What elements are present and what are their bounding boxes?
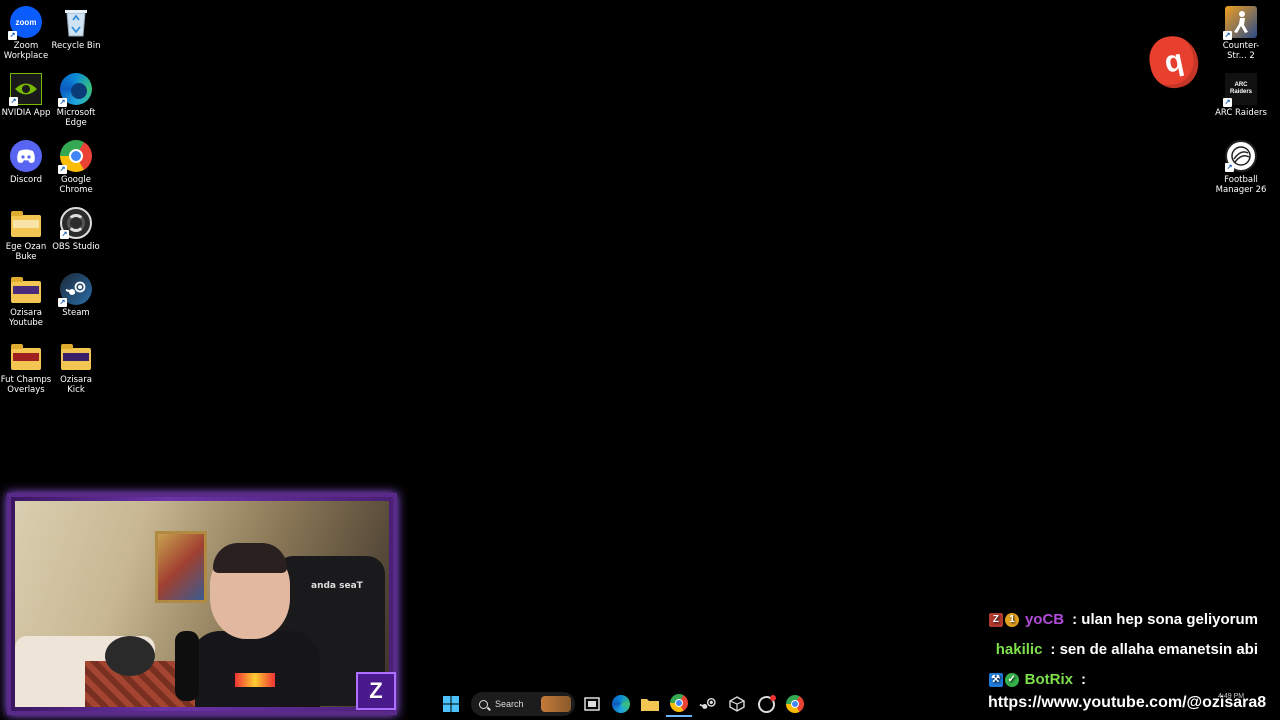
channel-logo-badge: Z [356,672,396,710]
arc-raiders-icon: ARC Raiders ↗ [1223,73,1257,107]
folder-icon [10,273,42,305]
folder-icon [10,340,42,372]
chat-badge-icon: Z [988,612,1003,627]
football-manager-icon: ↗ [1225,140,1257,172]
chat-message: Z 1 yoCB : ulan hep sona geliyorum [988,611,1258,628]
webcam-overlay: anda seaT [7,493,397,715]
obs-icon: ↗ [60,207,92,239]
nvidia-icon: ↗ [9,73,42,106]
chrome-icon: ↗ [58,140,92,174]
desktop-icon-recycle-bin[interactable]: Recycle Bin [50,6,102,51]
chat-message: hakilic : sen de allaha emanetsin abi [996,641,1258,658]
unity-icon[interactable] [724,691,750,717]
task-view-icon[interactable] [579,691,605,717]
chat-badge-icon: 1 [1004,612,1019,627]
desktop-icon-zoom[interactable]: zoom ↗ Zoom Workplace [0,6,52,61]
desktop-icon-counter-strike-2[interactable]: ↗ Counter-Str... 2 [1215,6,1267,61]
desktop-icon-fut-champs-overlays[interactable]: Fut Champs Overlays [0,340,52,395]
folder-icon [10,207,42,239]
wrench-badge-icon: ⚒ [988,672,1003,687]
chrome-taskbar-icon[interactable] [666,691,692,717]
chat-username: BotRix [1024,671,1073,688]
search-highlight-image [541,696,571,712]
desktop-icon-obs-studio[interactable]: ↗ OBS Studio [50,207,102,252]
search-icon [479,699,488,709]
desktop-icon-arc-raiders[interactable]: ARC Raiders ↗ ARC Raiders [1215,73,1267,118]
file-explorer-icon[interactable] [637,691,663,717]
desktop-icon-ozisara-youtube[interactable]: Ozisara Youtube [0,273,52,328]
verified-badge-icon: ✓ [1004,672,1019,687]
steam-icon: ↗ [58,273,92,307]
chat-text: : [1081,671,1086,688]
zoom-icon: zoom ↗ [8,6,42,40]
obs-taskbar-icon[interactable] [753,691,779,717]
desktop-icon-steam[interactable]: ↗ Steam [50,273,102,318]
chat-text: : sen de allaha emanetsin abi [1050,641,1258,658]
desktop-icon-football-manager-26[interactable]: ↗ Football Manager 26 [1215,140,1267,195]
desktop-icon-google-chrome[interactable]: ↗ Google Chrome [50,140,102,195]
chrome-taskbar-icon-2[interactable] [782,691,808,717]
folder-icon [60,340,92,372]
counter-strike-icon: ↗ [1223,6,1257,40]
floating-app-logo-icon[interactable]: q [1145,31,1203,93]
webcam-feed: anda seaT [15,501,389,707]
desktop-icon-ozisara-kick[interactable]: Ozisara Kick [50,340,102,395]
chair-brand-text: anda seaT [311,581,363,591]
edge-icon: ↗ [58,73,92,107]
chat-url-text: https://www.youtube.com/@ozisara8 [988,694,1267,711]
desktop-icon-discord[interactable]: Discord [0,140,52,185]
desktop-icon-nvidia-app[interactable]: ↗ NVIDIA App [0,73,52,118]
discord-icon [10,140,42,172]
edge-taskbar-icon[interactable] [608,691,634,717]
steam-taskbar-icon[interactable] [695,691,721,717]
chat-text: : ulan hep sona geliyorum [1072,611,1258,628]
recycle-bin-icon [60,6,92,38]
chat-username: yoCB [1024,611,1065,628]
windows-start-icon[interactable] [438,691,464,717]
taskbar-search-box[interactable]: Search [471,692,575,716]
chat-message: ⚒ ✓ BotRix : [988,671,1086,688]
chat-username: hakilic [995,641,1043,658]
desktop-icon-microsoft-edge[interactable]: ↗ Microsoft Edge [50,73,102,128]
desktop-icon-ege-ozan-buke[interactable]: Ege Ozan Buke [0,207,52,262]
